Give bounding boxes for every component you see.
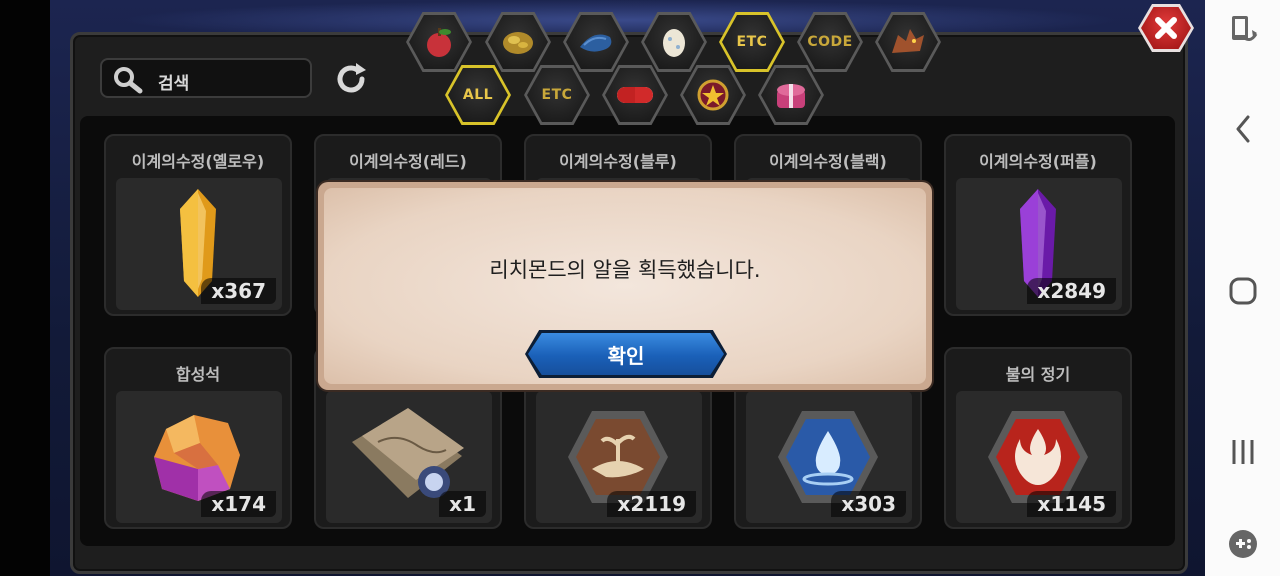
gold-ore-icon (503, 32, 533, 54)
search-input[interactable]: 검색 (100, 58, 312, 98)
item-name: 이계의수정(블랙) (769, 152, 887, 171)
tab-label: CODE (807, 34, 853, 50)
item-card-fire-essence[interactable]: 불의 정기 x1145 (944, 347, 1132, 529)
item-count: x367 (201, 278, 276, 304)
item-name: 이계의수정(퍼플) (979, 152, 1097, 171)
apple-icon (427, 28, 451, 57)
item-count: x2849 (1027, 278, 1116, 304)
item-card-yellow-crystal[interactable]: 이계의수정(옐로우) x367 (104, 134, 292, 316)
item-card-purple-crystal[interactable]: 이계의수정(퍼플) x2849 (944, 134, 1132, 316)
egg-icon (663, 29, 685, 57)
gift-box-icon (777, 84, 805, 108)
home-icon[interactable] (1205, 276, 1280, 306)
item-count: x303 (831, 491, 906, 517)
confirm-label: 확인 (528, 333, 724, 375)
tab-label: ETC (541, 87, 573, 103)
item-count: x1 (439, 491, 486, 517)
item-name: 이계의수정(옐로우) (131, 152, 265, 171)
back-icon[interactable] (1205, 114, 1280, 144)
screen-rotate-icon[interactable] (1205, 14, 1280, 46)
recent-apps-icon[interactable] (1205, 438, 1280, 466)
system-nav-bar (1205, 0, 1280, 576)
item-name: 이계의수정(레드) (349, 152, 467, 171)
tab-label: ETC (736, 34, 768, 50)
item-count: x2119 (607, 491, 696, 517)
item-name: 이계의수정(블루) (559, 152, 677, 171)
star-emblem-icon (697, 79, 729, 111)
close-icon (1155, 17, 1177, 39)
left-letterbox (0, 0, 50, 576)
confirm-button[interactable]: 확인 (525, 330, 727, 378)
dialog-message: 리치몬드의 알을 획득했습니다. (489, 258, 761, 282)
game-screen: 검색 ETC CODE ALL ETC 이계의수정(옐로우) x367 이계의수… (0, 0, 1205, 576)
dragon-icon (892, 29, 924, 53)
search-placeholder: 검색 (158, 74, 190, 94)
tab-label: ALL (462, 87, 494, 103)
item-count: x174 (201, 491, 276, 517)
search-icon (114, 67, 143, 94)
item-name: 합성석 (175, 365, 221, 384)
game-tools-icon[interactable] (1205, 528, 1280, 560)
item-card-synthesis-stone[interactable]: 합성석 x174 (104, 347, 292, 529)
item-name: 불의 정기 (1005, 365, 1071, 384)
capsule-icon (617, 87, 653, 103)
item-count: x1145 (1027, 491, 1116, 517)
blue-fish-icon (580, 34, 612, 52)
refresh-icon[interactable] (332, 60, 370, 98)
